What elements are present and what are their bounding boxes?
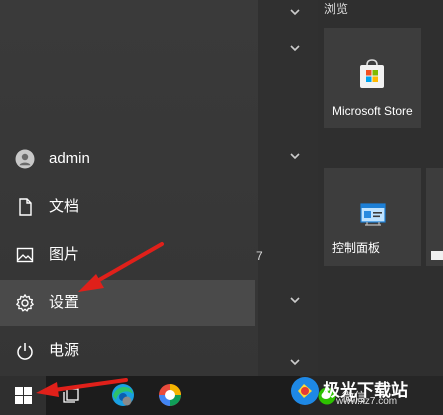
- taskbar-app-colorful[interactable]: [155, 376, 185, 415]
- chevron-down-icon[interactable]: [288, 357, 302, 367]
- watermark-url: www.xz7.com: [336, 396, 398, 407]
- watermark: 极光下载站 www.xz7.com: [290, 376, 440, 412]
- chevron-down-icon[interactable]: [288, 7, 302, 17]
- task-view-button[interactable]: [58, 376, 86, 415]
- tile-group-header: 浏览: [324, 2, 349, 16]
- pictures-item[interactable]: 图片: [0, 232, 258, 278]
- tile-app-icon: [431, 251, 443, 260]
- start-button[interactable]: [0, 376, 46, 415]
- power-icon: [17, 343, 33, 360]
- store-bag-icon: [360, 59, 384, 88]
- tile-control-panel[interactable]: 控制面板: [324, 168, 421, 266]
- user-avatar-icon: [15, 149, 35, 169]
- power-label: 电源: [49, 342, 80, 359]
- watermark-logo-icon: [291, 377, 319, 405]
- windows-logo-icon: [15, 387, 32, 404]
- settings-label: 设置: [49, 294, 80, 311]
- app-list-strip: [258, 0, 318, 376]
- documents-item[interactable]: 文档: [0, 184, 258, 230]
- pictures-label: 图片: [49, 246, 80, 263]
- start-menu-left-panel: admin 文档 图片 设置 电源: [0, 0, 258, 376]
- photo-app-icon: [159, 384, 181, 406]
- settings-item[interactable]: 设置: [0, 280, 255, 326]
- app-list-letter: 7: [256, 249, 263, 263]
- chevron-down-icon[interactable]: [288, 295, 302, 305]
- gear-icon: [16, 294, 34, 312]
- power-item[interactable]: 电源: [0, 328, 258, 374]
- user-name-label: admin: [49, 150, 90, 167]
- tile-label: 控制面板: [332, 241, 381, 255]
- picture-icon: [16, 247, 34, 263]
- document-icon: [19, 198, 32, 216]
- tile-partial[interactable]: [426, 168, 443, 266]
- chevron-down-icon[interactable]: [288, 151, 302, 161]
- chevron-down-icon[interactable]: [288, 43, 302, 53]
- tile-label: Microsoft Store: [332, 104, 413, 118]
- task-view-icon: [63, 388, 79, 403]
- edge-browser-icon: [112, 384, 134, 406]
- tile-microsoft-store[interactable]: Microsoft Store: [324, 28, 421, 128]
- documents-label: 文档: [49, 198, 80, 215]
- user-account-item[interactable]: admin: [0, 136, 258, 182]
- control-panel-icon: [360, 203, 386, 226]
- taskbar-edge[interactable]: [108, 376, 138, 415]
